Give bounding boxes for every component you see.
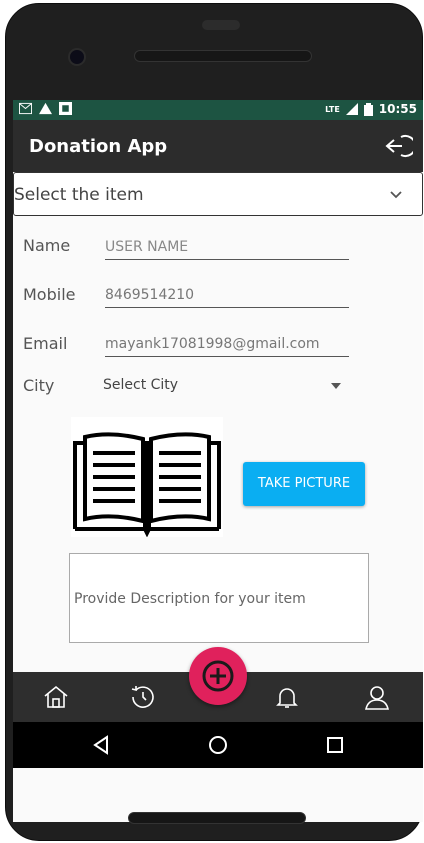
- name-field[interactable]: USER NAME: [105, 239, 349, 260]
- email-field[interactable]: mayank17081998@gmail.com: [105, 336, 349, 357]
- dropdown-arrow-icon: [331, 383, 341, 389]
- description-placeholder: Provide Description for your item: [74, 591, 306, 607]
- network-type: LTE: [325, 104, 340, 114]
- mobile-label: Mobile: [23, 285, 76, 304]
- app-bar: Donation App: [13, 120, 423, 172]
- bell-icon[interactable]: [274, 684, 300, 710]
- status-bar: LTE 10:55: [13, 100, 423, 120]
- add-donation-button[interactable]: [189, 647, 247, 705]
- speaker-grille: [134, 50, 312, 62]
- city-dropdown[interactable]: Select City: [103, 377, 341, 399]
- clock: 10:55: [378, 102, 417, 116]
- earpiece: [202, 20, 240, 30]
- gmail-icon: [19, 102, 32, 115]
- item-dropdown[interactable]: Select the item: [13, 172, 423, 216]
- take-picture-button[interactable]: TAKE PICTURE: [243, 462, 365, 506]
- city-dropdown-value: Select City: [103, 377, 179, 393]
- system-navigation-bar: [13, 722, 423, 768]
- notification-icon: [59, 102, 72, 115]
- description-field[interactable]: Provide Description for your item: [69, 553, 369, 643]
- item-dropdown-value: Select the item: [14, 185, 144, 205]
- city-label: City: [23, 376, 55, 395]
- app-title: Donation App: [29, 136, 168, 157]
- bottom-speaker-grille: [128, 812, 306, 824]
- email-label: Email: [23, 334, 68, 353]
- back-icon[interactable]: [91, 734, 113, 756]
- home-circle-icon[interactable]: [207, 734, 229, 756]
- name-label: Name: [23, 236, 71, 255]
- open-book-icon: [71, 417, 223, 537]
- chevron-down-icon: [390, 191, 402, 199]
- app-screen: LTE 10:55 Donation App Select the item N…: [13, 100, 423, 822]
- add-icon: [202, 660, 234, 692]
- signal-icon: [345, 103, 358, 115]
- profile-icon[interactable]: [364, 684, 390, 710]
- warning-icon: [39, 102, 52, 115]
- recents-icon[interactable]: [324, 734, 346, 756]
- battery-icon: [363, 102, 373, 116]
- mobile-field[interactable]: 8469514210: [105, 287, 349, 308]
- front-camera: [68, 48, 86, 66]
- home-icon[interactable]: [43, 684, 69, 710]
- logout-icon[interactable]: [385, 133, 413, 159]
- history-icon[interactable]: [130, 684, 156, 710]
